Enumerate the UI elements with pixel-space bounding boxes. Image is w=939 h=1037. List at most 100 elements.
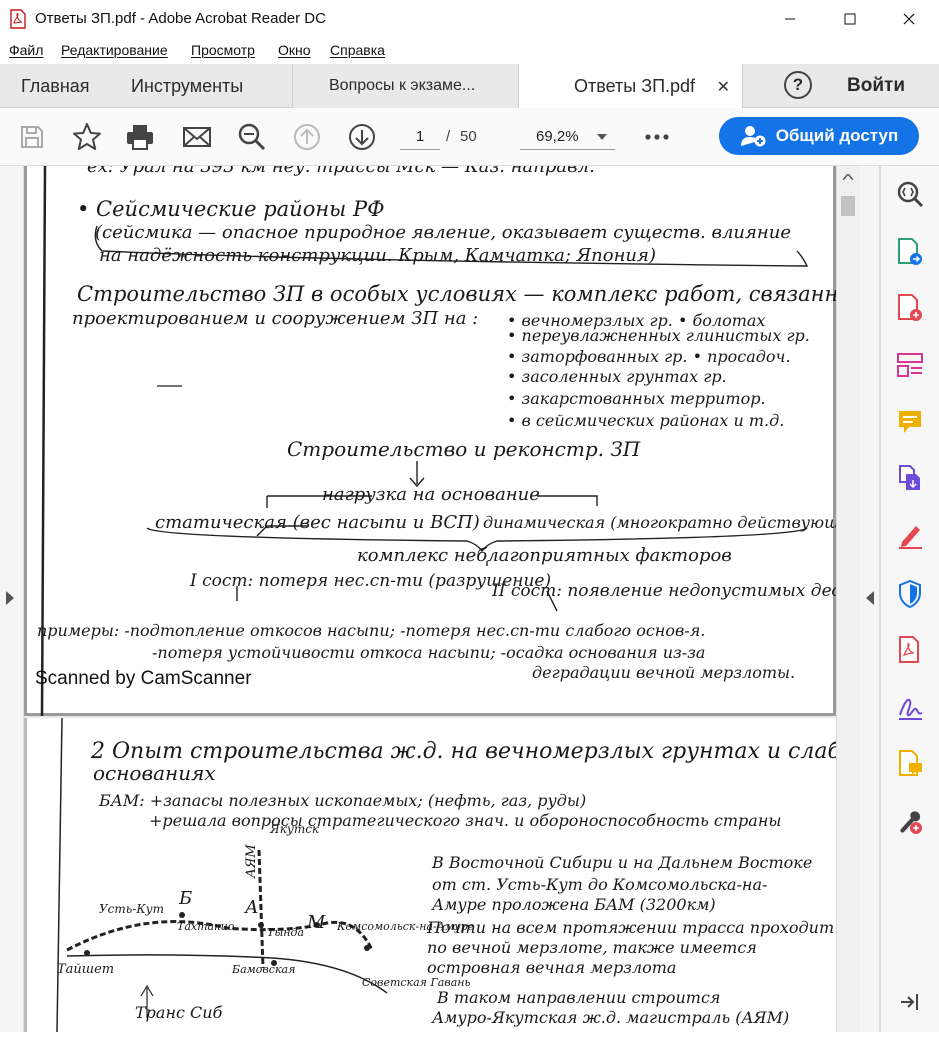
save-button[interactable] bbox=[15, 120, 49, 154]
page1-line: -потеря устойчивости откоса насыпи; -оса… bbox=[152, 643, 705, 662]
scroll-up-icon[interactable] bbox=[843, 174, 853, 180]
page1-line: комплекс неблагоприятных факторов bbox=[357, 545, 732, 566]
more-tools-button[interactable] bbox=[640, 120, 674, 154]
page2-line: от ст. Усть-Кут до Комсомольска-на- bbox=[432, 875, 767, 894]
close-window-button[interactable] bbox=[879, 0, 939, 38]
envelope-icon bbox=[183, 127, 211, 147]
page1-line: на надёжность конструкции. Крым, Камчатк… bbox=[99, 245, 656, 266]
comment-icon bbox=[899, 411, 921, 433]
tab-document-answers[interactable]: Ответы ЗП.pdf ✕ bbox=[518, 64, 743, 109]
search-icon bbox=[238, 123, 266, 151]
close-tab-icon[interactable]: ✕ bbox=[717, 77, 730, 97]
share-button[interactable]: Общий доступ bbox=[719, 117, 919, 155]
map-label: Б bbox=[178, 888, 192, 909]
export-pdf-button[interactable] bbox=[894, 236, 926, 268]
page1-line: проектированием и сооружением ЗП на : bbox=[72, 308, 478, 329]
comment-button[interactable] bbox=[894, 406, 926, 438]
zoom-search-icon bbox=[897, 181, 924, 208]
pdf-page-2: 2 Опыт строительства ж.д. на вечномерзлы… bbox=[24, 717, 872, 1033]
collapse-pane-button[interactable] bbox=[894, 986, 926, 1018]
page1-line: статическая (вес насыпи и ВСП) bbox=[155, 512, 480, 533]
acrobat-pdf-icon bbox=[899, 636, 919, 663]
add-user-icon bbox=[740, 126, 766, 147]
tab-home[interactable]: Главная bbox=[21, 64, 90, 108]
map-label: Усть-Кут bbox=[99, 902, 164, 916]
help-icon[interactable]: ? bbox=[784, 71, 812, 99]
more-tools-pane-button[interactable] bbox=[894, 806, 926, 838]
chevron-down-icon bbox=[597, 134, 607, 140]
page2-line: Амуро-Якутская ж.д. магистраль (АЯМ) bbox=[431, 1008, 789, 1027]
map-label: М bbox=[306, 912, 326, 933]
map-label: АЯМ bbox=[244, 844, 259, 879]
map-label: Якутск bbox=[269, 822, 320, 836]
previous-page-button[interactable] bbox=[290, 120, 324, 154]
page-1-handwriting: ex: Урал на 393 км неу. трассы Мск — Каз… bbox=[37, 156, 924, 717]
protect-button[interactable] bbox=[894, 578, 926, 610]
page1-line: (сейсмика — опасное природное явление, о… bbox=[95, 222, 791, 243]
minimize-icon bbox=[785, 18, 795, 20]
signin-button[interactable]: Войти bbox=[847, 64, 905, 108]
page1-line: нагрузка на основание bbox=[322, 484, 540, 505]
print-button[interactable] bbox=[123, 120, 157, 154]
email-button[interactable] bbox=[180, 120, 214, 154]
tab-document-questions[interactable]: Вопросы к экзаме... bbox=[292, 64, 518, 108]
zoom-select[interactable]: 69,2% bbox=[520, 124, 615, 150]
maximize-icon bbox=[844, 13, 856, 25]
signature-icon bbox=[899, 698, 923, 720]
page1-line: • заторфованных гр. • просадоч. bbox=[507, 347, 791, 366]
menu-window[interactable]: Окно bbox=[278, 42, 311, 58]
star-icon bbox=[73, 123, 101, 150]
right-pane-toggle[interactable] bbox=[860, 166, 880, 1032]
page1-line: Строительство ЗП в особых условиях — ком… bbox=[77, 282, 839, 306]
menu-help[interactable]: Справка bbox=[330, 42, 385, 58]
wrench-icon bbox=[900, 811, 922, 834]
menu-view[interactable]: Просмотр bbox=[191, 42, 255, 58]
pdf-tool-button[interactable] bbox=[894, 634, 926, 666]
combine-files-button[interactable] bbox=[894, 463, 926, 495]
scrollbar-thumb[interactable] bbox=[841, 196, 855, 216]
page2-line: по вечной мерзлоте, также имеется bbox=[427, 938, 757, 957]
pdf-file-icon bbox=[10, 9, 26, 29]
menu-bar: Файл Редактирование Просмотр Окно Справк… bbox=[0, 38, 939, 64]
page1-line: • в сейсмических районах и т.д. bbox=[507, 411, 784, 430]
title-bar: Ответы ЗП.pdf - Adobe Acrobat Reader DC bbox=[0, 0, 939, 38]
next-page-button[interactable] bbox=[345, 120, 379, 154]
zoom-tool-button[interactable] bbox=[894, 178, 926, 210]
fill-sign-button[interactable] bbox=[894, 520, 926, 552]
tab-bar: Главная Инструменты Вопросы к экзаме... … bbox=[0, 64, 939, 109]
page1-line: II сост: появление недопустимых деформац… bbox=[491, 581, 839, 601]
more-icon bbox=[645, 134, 669, 140]
minimize-button[interactable] bbox=[760, 0, 820, 38]
page2-line: Амуре проложена БАМ (3200км) bbox=[431, 895, 716, 914]
organize-pages-button[interactable] bbox=[894, 349, 926, 381]
arrow-up-circle-icon bbox=[294, 124, 320, 150]
close-icon bbox=[903, 13, 915, 25]
request-signature-button[interactable] bbox=[894, 691, 926, 723]
scanner-watermark: Scanned by CamScanner bbox=[35, 668, 252, 689]
page1-line: • Сейсмические районы РФ bbox=[77, 197, 385, 221]
find-button[interactable] bbox=[235, 120, 269, 154]
tab-tools[interactable]: Инструменты bbox=[131, 64, 243, 108]
menu-file[interactable]: Файл bbox=[9, 42, 43, 58]
create-pdf-icon bbox=[898, 294, 922, 321]
page1-line: примеры: -подтопление откосов насыпи; -п… bbox=[37, 621, 705, 640]
maximize-button[interactable] bbox=[820, 0, 880, 38]
menu-edit[interactable]: Редактирование bbox=[61, 42, 168, 58]
left-pane-toggle[interactable] bbox=[0, 166, 24, 1032]
map-label: Советская Гавань bbox=[362, 976, 471, 989]
page-separator: / bbox=[446, 128, 451, 145]
page-number-input[interactable]: 1 bbox=[400, 124, 440, 150]
map-label: Тында bbox=[267, 926, 304, 939]
send-comments-button[interactable] bbox=[894, 748, 926, 780]
page1-line: • засоленных грунтах гр. bbox=[507, 367, 727, 386]
page2-line: Почти на всем протяжении трасса проходит bbox=[426, 918, 834, 937]
printer-icon bbox=[127, 125, 153, 150]
send-comments-icon bbox=[899, 750, 922, 776]
page1-line: динамическая (многократно действующая от… bbox=[483, 513, 839, 532]
combine-files-icon bbox=[899, 465, 920, 490]
create-pdf-button[interactable] bbox=[894, 292, 926, 324]
bookmark-button[interactable] bbox=[70, 120, 104, 154]
vertical-scrollbar[interactable] bbox=[836, 166, 860, 1032]
page1-line: Строительство и реконстр. ЗП bbox=[287, 437, 641, 461]
window-title: Ответы ЗП.pdf - Adobe Acrobat Reader DC bbox=[35, 10, 326, 27]
